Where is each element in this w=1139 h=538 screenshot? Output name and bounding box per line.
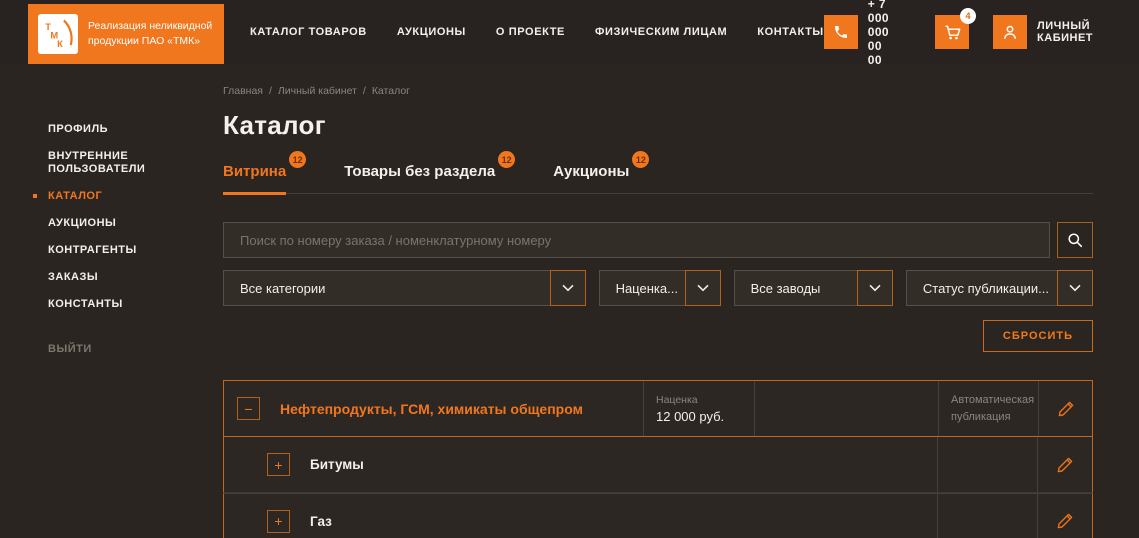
tab-bar: Витрина 12 Товары без раздела 12 Аукцион…: [223, 151, 1093, 195]
breadcrumb-separator: /: [362, 85, 366, 97]
chevron-down-icon[interactable]: [549, 270, 586, 306]
nav-contacts-link[interactable]: КОНТАКТЫ: [757, 26, 823, 38]
empty-cell: [937, 494, 1037, 538]
sidebar-item-profile[interactable]: ПРОФИЛЬ: [48, 123, 223, 136]
edit-subcategory-button[interactable]: [1037, 494, 1092, 538]
search-row: [223, 222, 1093, 258]
logout-button[interactable]: ВЫЙТИ: [48, 343, 223, 355]
pencil-icon: [1057, 513, 1073, 529]
active-dot: [33, 194, 37, 198]
edit-subcategory-button[interactable]: [1037, 437, 1092, 492]
cart-icon: [945, 25, 961, 40]
breadcrumb-current: Каталог: [371, 85, 410, 97]
filter-plants[interactable]: Все заводы: [733, 270, 893, 306]
sidebar-item-internal-users[interactable]: ВНУТРЕННИЕ ПОЛЬЗОВАТЕЛИ: [48, 150, 223, 176]
nav-about-link[interactable]: О ПРОЕКТЕ: [496, 26, 565, 38]
search-input[interactable]: [223, 222, 1050, 258]
cart-count-badge: 4: [960, 8, 977, 24]
tab-showcase[interactable]: Витрина 12: [223, 151, 307, 195]
filter-publication-status[interactable]: Статус публикации...: [905, 270, 1093, 306]
nav-catalog-link[interactable]: КАТАЛОГ ТОВАРОВ: [250, 26, 367, 38]
user-icon: [993, 15, 1028, 49]
sidebar-item-auctions[interactable]: АУКЦИОНЫ: [48, 217, 223, 230]
phone-contact[interactable]: + 7 000 000 00 00: [823, 0, 895, 67]
site-logo[interactable]: Т М К Реализация неликвидной продукции П…: [28, 4, 224, 64]
empty-cell: [754, 381, 938, 436]
nav-auctions-link[interactable]: АУКЦИОНЫ: [397, 26, 466, 38]
sidebar-item-counterparties[interactable]: КОНТРАГЕНТЫ: [48, 244, 223, 257]
cart-button[interactable]: 4: [935, 8, 977, 49]
subcategory-name-cell: + Газ: [224, 494, 937, 538]
tab-products-without-section[interactable]: Товары без раздела 12: [344, 151, 516, 193]
tab-showcase-badge: 12: [289, 151, 307, 168]
catalog-table: − Нефтепродукты, ГСМ, химикаты общепром …: [223, 380, 1093, 538]
category-name-cell: − Нефтепродукты, ГСМ, химикаты общепром: [224, 381, 643, 436]
logo-tagline: Реализация неликвидной продукции ПАО «ТМ…: [88, 19, 213, 47]
phone-number: + 7 000 000 00 00: [867, 0, 889, 67]
search-icon: [1068, 233, 1083, 248]
account-label: ЛИЧНЫЙ КАБИНЕТ: [1037, 20, 1094, 44]
collapse-button[interactable]: −: [237, 397, 260, 420]
subcategory-name[interactable]: Газ: [310, 514, 332, 529]
catalog-parent-row[interactable]: − Нефтепродукты, ГСМ, химикаты общепром …: [223, 380, 1093, 437]
catalog-child-row[interactable]: + Битумы: [223, 437, 1093, 493]
tab-products-badge: 12: [498, 151, 516, 168]
header-right-group: + 7 000 000 00 00 4 ЛИЧНЫЙ КАБИНЕТ: [823, 0, 1093, 67]
pencil-icon: [1058, 401, 1073, 416]
edit-category-button[interactable]: [1038, 381, 1092, 436]
filter-row: Все категории Наценка... Все заводы Стат…: [223, 270, 1093, 306]
nav-individuals-link[interactable]: ФИЗИЧЕСКИМ ЛИЦАМ: [595, 26, 727, 38]
reset-row: СБРОСИТЬ: [223, 320, 1093, 352]
main-nav: КАТАЛОГ ТОВАРОВ АУКЦИОНЫ О ПРОЕКТЕ ФИЗИЧ…: [250, 26, 824, 38]
breadcrumb-separator: /: [268, 85, 272, 97]
breadcrumb-home[interactable]: Главная: [223, 85, 263, 97]
pencil-icon: [1057, 457, 1073, 472]
chevron-down-icon[interactable]: [1057, 270, 1093, 306]
search-button[interactable]: [1057, 222, 1093, 258]
markup-value: 12 000 руб.: [656, 408, 725, 424]
tab-auctions-badge: 12: [632, 151, 650, 168]
sidebar-item-orders[interactable]: ЗАКАЗЫ: [48, 271, 223, 284]
breadcrumb-account[interactable]: Личный кабинет: [278, 85, 357, 97]
markup-cell: Наценка 12 000 руб.: [643, 381, 754, 436]
top-header: Т М К Реализация неликвидной продукции П…: [0, 0, 1139, 67]
reset-filters-button[interactable]: СБРОСИТЬ: [982, 320, 1093, 352]
category-name[interactable]: Нефтепродукты, ГСМ, химикаты общепром: [280, 401, 583, 417]
phone-icon: [823, 15, 858, 49]
filter-markup[interactable]: Наценка...: [598, 270, 721, 306]
publication-cell: Автоматическая публикация: [938, 381, 1038, 436]
main-content: Главная / Личный кабинет / Каталог Катал…: [223, 64, 1139, 538]
page-title: Каталог: [223, 110, 326, 140]
expand-button[interactable]: +: [267, 453, 290, 476]
svg-text:К: К: [57, 39, 63, 49]
app-window: Т М К Реализация неликвидной продукции П…: [0, 0, 1139, 538]
expand-button[interactable]: +: [267, 509, 290, 533]
markup-label: Наценка: [656, 393, 698, 406]
chevron-down-icon[interactable]: [684, 270, 721, 306]
breadcrumb: Главная / Личный кабинет / Каталог: [223, 85, 1093, 97]
chevron-down-icon[interactable]: [856, 270, 893, 306]
subcategory-name[interactable]: Битумы: [310, 457, 364, 472]
sidebar: ПРОФИЛЬ ВНУТРЕННИЕ ПОЛЬЗОВАТЕЛИ КАТАЛОГ …: [0, 64, 223, 538]
filter-categories[interactable]: Все категории: [223, 270, 586, 306]
empty-cell: [937, 437, 1037, 492]
catalog-child-row[interactable]: + Газ: [223, 493, 1093, 538]
account-button[interactable]: ЛИЧНЫЙ КАБИНЕТ: [993, 15, 1093, 49]
tmk-logo-icon: Т М К: [38, 14, 78, 54]
sidebar-item-catalog[interactable]: КАТАЛОГ: [33, 190, 223, 203]
subcategory-name-cell: + Битумы: [224, 437, 937, 492]
tab-auctions[interactable]: Аукционы 12: [553, 151, 650, 193]
sidebar-item-constants[interactable]: КОНСТАНТЫ: [48, 298, 223, 311]
